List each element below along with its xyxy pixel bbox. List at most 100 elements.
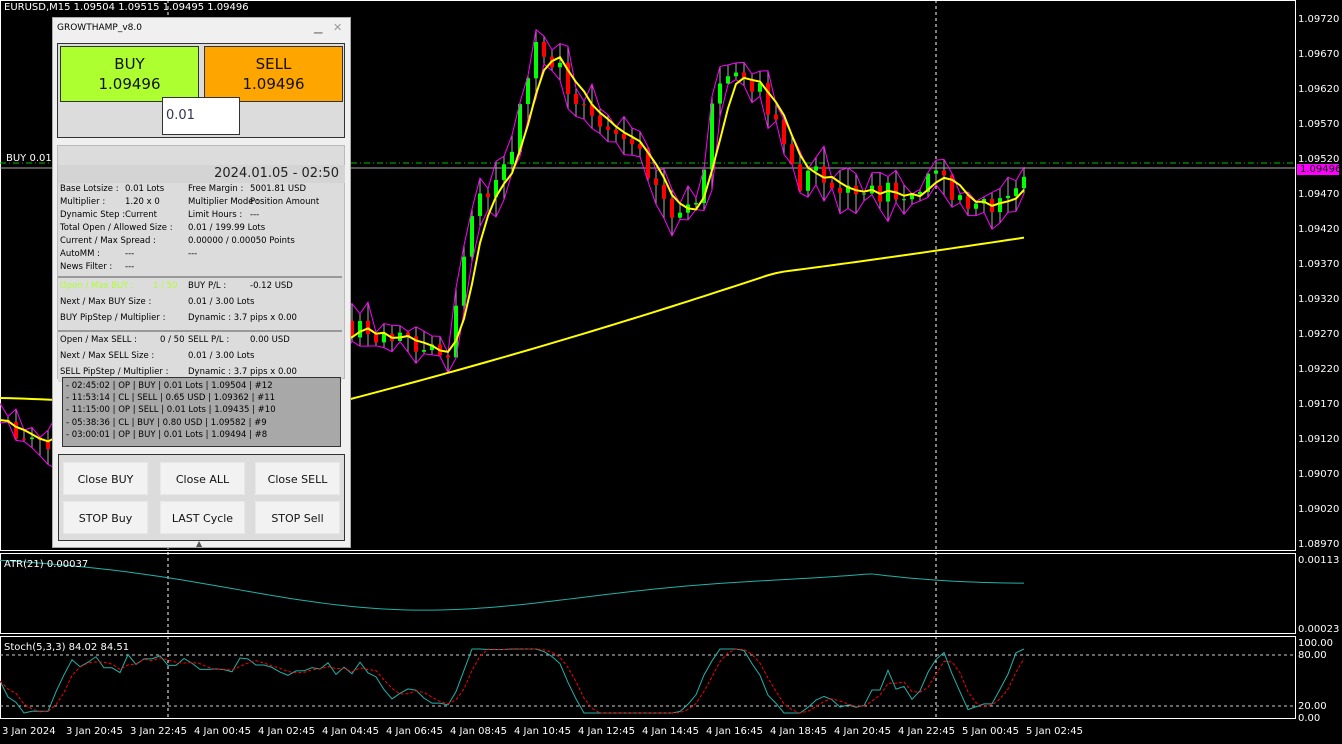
price-tick: 1.09520 xyxy=(1298,154,1340,165)
candle xyxy=(22,438,26,440)
price-tick: 1.09470 xyxy=(1298,189,1340,200)
stat-cell: Free Margin : xyxy=(188,184,244,194)
candle xyxy=(958,195,962,200)
log-entry: - 11:53:14 | CL | SELL | 0.65 USD | 1.09… xyxy=(66,393,276,404)
candle xyxy=(734,72,738,77)
stat-row: BUY PipStep / Multiplier : Dynamic : 3.7 … xyxy=(58,312,342,328)
atr-frame xyxy=(0,553,1296,634)
price-tick: 1.09370 xyxy=(1298,259,1340,270)
candle xyxy=(974,203,978,209)
stat-row: Dynamic Step : Current Limit Hours : --- xyxy=(58,209,342,222)
candle xyxy=(630,139,634,145)
datetime: 2024.01.05 - 02:50 xyxy=(58,165,345,183)
candle xyxy=(470,216,474,257)
stat-cell: SELL PipStep / Multiplier : xyxy=(60,367,169,377)
candle xyxy=(598,115,602,127)
candle xyxy=(614,129,618,134)
stat-cell: Next / Max BUY Size : xyxy=(60,297,152,307)
log-entry: - 02:45:02 | OP | BUY | 0.01 Lots | 1.09… xyxy=(66,381,273,391)
time-tick: 4 Jan 20:45 xyxy=(834,726,891,737)
stat-cell: --- xyxy=(188,249,198,259)
close-all-button[interactable]: Close ALL xyxy=(160,462,245,495)
time-tick: 4 Jan 00:45 xyxy=(194,726,251,737)
last-cycle-button[interactable]: LAST Cycle xyxy=(160,501,245,534)
time-tick: 4 Jan 18:45 xyxy=(770,726,827,737)
time-tick: 3 Jan 2024 xyxy=(2,726,56,737)
buy-price: 1.09496 xyxy=(98,75,161,93)
candle xyxy=(574,94,578,105)
candle xyxy=(710,103,714,170)
log-entry: - 11:15:00 | OP | SELL | 0.01 Lots | 1.0… xyxy=(66,405,276,416)
stoch-tick: 80.00 xyxy=(1298,650,1327,661)
candle xyxy=(822,166,826,183)
time-tick: 5 Jan 00:45 xyxy=(962,726,1019,737)
stoch-tick: 20.00 xyxy=(1298,701,1327,712)
stat-cell: 1.20 x 0 xyxy=(125,197,160,207)
candle xyxy=(558,62,562,68)
price-tick: 1.09720 xyxy=(1298,14,1340,25)
panel-title: GROWTHAMP_v8.0 xyxy=(57,23,142,33)
sell-button[interactable]: SELL 1.09496 xyxy=(204,46,343,102)
candle xyxy=(694,203,698,205)
stats-table: Base Lotsize : 0.01 Lots Free Margin : 5001… xyxy=(58,183,342,382)
stop-sell-button[interactable]: STOP Sell xyxy=(255,501,340,534)
stat-cell: 0.01 / 3.00 Lots xyxy=(188,351,255,361)
stat-row: Multiplier : 1.20 x 0 Multiplier Mode : Pos… xyxy=(58,196,342,209)
candle xyxy=(30,437,34,440)
candle xyxy=(902,199,906,201)
stat-cell: 1 / 50 xyxy=(153,281,178,291)
collapse-icon[interactable]: ▲ xyxy=(196,539,202,548)
price-tick: 1.08970 xyxy=(1298,539,1340,550)
time-tick: 4 Jan 16:45 xyxy=(706,726,763,737)
candle xyxy=(814,166,818,171)
candle xyxy=(718,83,722,104)
stat-row: News Filter : --- xyxy=(58,261,342,274)
time-tick: 4 Jan 06:45 xyxy=(386,726,443,737)
stat-cell: Current / Max Spread : xyxy=(60,236,156,246)
log-entry: - 03:00:01 | OP | BUY | 0.01 Lots | 1.09… xyxy=(66,429,268,440)
time-tick: 5 Jan 02:45 xyxy=(1026,726,1083,737)
atr-label: ATR(21) 0.00037 xyxy=(4,559,89,570)
candle xyxy=(382,333,386,343)
stoch-main-line xyxy=(0,648,1025,714)
candle xyxy=(774,114,778,120)
stat-row: Open / Max SELL : 0 / 50 SELL P/L : 0.00 US… xyxy=(58,334,342,350)
stop-buy-button[interactable]: STOP Buy xyxy=(63,501,148,534)
candle xyxy=(486,193,490,198)
stat-cell: Base Lotsize : xyxy=(60,184,119,194)
stat-row: Current / Max Spread : 0.00000 / 0.00050 … xyxy=(58,235,342,248)
stat-cell: BUY PipStep / Multiplier : xyxy=(60,313,166,323)
price-tick: 1.09170 xyxy=(1298,399,1340,410)
stat-cell: Next / Max SELL Size : xyxy=(60,351,155,361)
candle xyxy=(934,170,938,174)
time-tick: 3 Jan 22:45 xyxy=(130,726,187,737)
price-tick: 1.09220 xyxy=(1298,364,1340,375)
stat-cell: Limit Hours : xyxy=(188,210,243,220)
stat-cell: Dynamic : 3.7 pips x 0.00 xyxy=(188,313,297,323)
candle xyxy=(606,126,610,130)
close-buy-button[interactable]: Close BUY xyxy=(63,462,148,495)
ea-panel: GROWTHAMP_v8.0 ▁ ✕ BUY 1.09496 SELL 1.0949… xyxy=(52,17,351,548)
symbol-info: EURUSD,M15 1.09504 1.09515 1.09495 1.094… xyxy=(4,2,249,13)
stat-row: Next / Max BUY Size : 0.01 / 3.00 Lots xyxy=(58,296,342,312)
candle xyxy=(358,320,362,338)
close-icon[interactable]: ✕ xyxy=(333,21,342,34)
stat-row: Total Open / Allowed Size : 0.01 / 199.99… xyxy=(58,222,342,235)
stat-cell: 0.01 Lots xyxy=(125,184,165,194)
stat-row: Open / Max BUY : 1 / 50 BUY P/L : -0.12 USD xyxy=(58,280,342,296)
stat-cell: Open / Max BUY : xyxy=(60,281,135,291)
stat-cell: --- xyxy=(125,249,135,259)
price-tick: 1.09420 xyxy=(1298,224,1340,235)
stoch-tick: 0.00 xyxy=(1298,713,1321,724)
buy-button[interactable]: BUY 1.09496 xyxy=(60,46,199,102)
minimize-icon[interactable]: ▁ xyxy=(314,21,322,34)
price-tick: 1.09620 xyxy=(1298,84,1340,95)
lot-input[interactable]: 0.01 xyxy=(162,97,240,135)
candle xyxy=(502,164,506,180)
stat-cell: Multiplier Mode : xyxy=(188,197,260,207)
log-entry: - 05:38:36 | CL | BUY | 0.80 USD | 1.095… xyxy=(66,417,267,428)
buy-level-label: BUY 0.01 xyxy=(6,153,52,164)
candle xyxy=(510,151,514,165)
candle xyxy=(622,133,626,140)
close-sell-button[interactable]: Close SELL xyxy=(255,462,340,495)
